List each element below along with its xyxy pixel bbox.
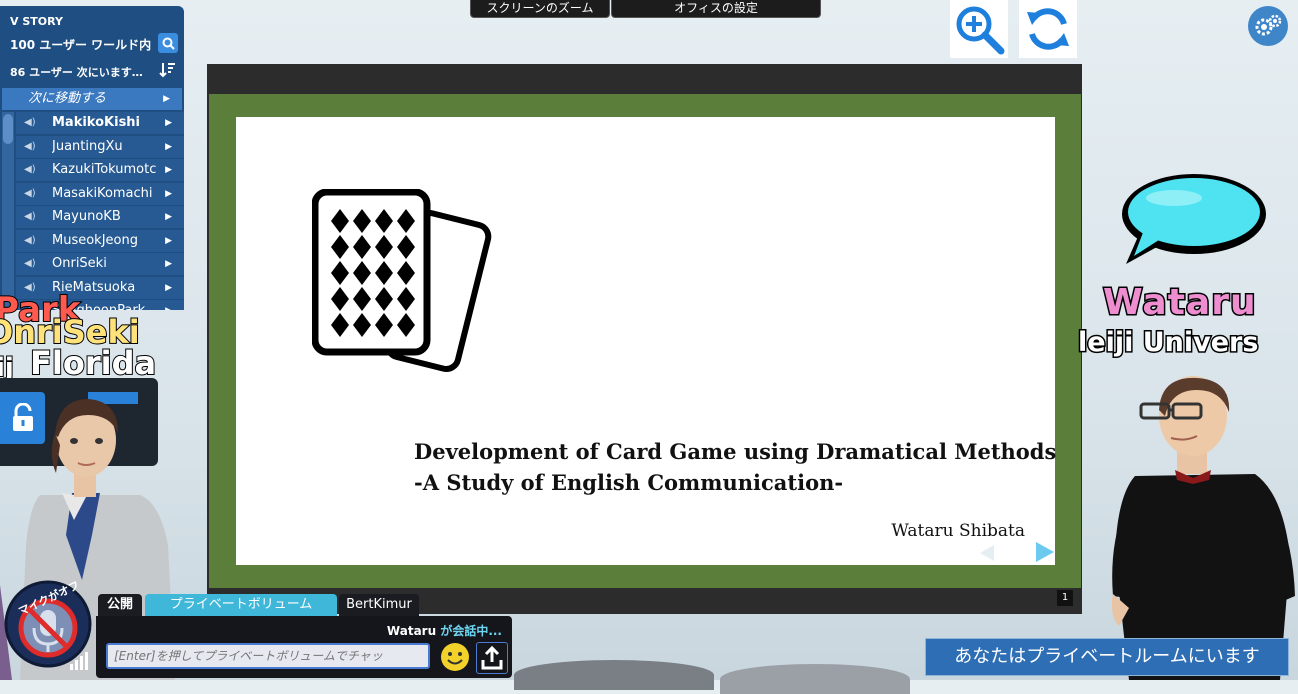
user-list: ◀) MakikoKishi ▶ ◀) JuantingXu ▶ ◀) KazukiTok… [16, 112, 184, 310]
user-name: KazukiTokumotc [52, 162, 157, 177]
floor-object [720, 664, 910, 694]
chevron-right-icon: ▶ [165, 259, 172, 269]
chat-panel: Wataru が会話中... [96, 616, 512, 678]
next-slide-icon[interactable] [1036, 542, 1054, 562]
move-next-label: 次に移動する [28, 91, 107, 106]
chevron-right-icon: ▶ [165, 282, 172, 293]
user-name: MakikoKishi [52, 115, 141, 130]
world-title: V STORY [10, 15, 63, 28]
previous-slide-icon[interactable] [980, 545, 994, 561]
male-avatar [1111, 376, 1295, 680]
presentation-slide: Development of Card Game using Dramatica… [236, 117, 1057, 565]
user-panel: V STORY 100 ユーザー ワールド内 86 ユーザー 次にいます… 次に… [0, 6, 184, 310]
talking-suffix: が会話中... [440, 624, 502, 638]
speech-bubble-icon [1122, 174, 1266, 264]
refresh-icon[interactable] [1019, 0, 1077, 58]
zoom-in-icon[interactable] [950, 0, 1008, 58]
nearby-user-count: 86 ユーザー 次にいます… [10, 66, 143, 79]
avatar-name-tag: Wataru [1102, 281, 1258, 325]
office-settings-tab[interactable]: オフィスの設定 [611, 0, 821, 18]
user-name: JuantingXu [52, 138, 123, 154]
user-name: MuseokJeong [52, 232, 138, 248]
scroll-thumb[interactable] [3, 114, 13, 144]
slide-subtitle: -A Study of English Communication- [414, 470, 844, 495]
chevron-right-icon: ▶ [165, 188, 172, 199]
speaker-icon: ◀) [24, 187, 36, 199]
speaker-icon: ◀) [24, 234, 36, 246]
chevron-right-icon: ▶ [165, 165, 172, 175]
floor-object [514, 660, 714, 690]
speaker-icon: ◀) [24, 164, 36, 175]
speaker-icon: ◀) [24, 211, 36, 222]
chevron-right-icon: ▶ [163, 94, 170, 104]
user-row[interactable]: ◀) KazukiTokumotc ▶ [16, 159, 184, 181]
chevron-right-icon: ▶ [165, 300, 172, 310]
slide-page-number: 1 [1057, 590, 1073, 606]
upload-icon[interactable] [476, 642, 508, 674]
user-row[interactable]: ◀) OnriSeki ▶ [16, 253, 184, 275]
screen-zoom-tab[interactable]: スクリーンのズーム [470, 0, 610, 18]
user-name: MayunoKB [52, 209, 121, 224]
tab-public[interactable]: 公開 [98, 594, 142, 616]
speaker-icon: ◀) [24, 140, 36, 152]
slide-author: Wataru Shibata [891, 521, 1025, 541]
speaker-icon: ◀) [24, 258, 36, 269]
settings-gear-icon[interactable] [1248, 6, 1288, 46]
avatar-affiliation-tag: Florida [29, 343, 157, 383]
chat-input[interactable] [106, 643, 430, 669]
private-room-notice: あなたはプライベートルームにいます [925, 638, 1289, 676]
chevron-right-icon: ▶ [165, 118, 172, 128]
user-row[interactable]: ◀) JuantingXu ▶ [16, 135, 184, 158]
user-row[interactable]: ◀) MayunoKB ▶ [16, 206, 184, 228]
slide-title: Development of Card Game using Dramatica… [414, 439, 1057, 464]
playing-cards-icon [312, 189, 492, 372]
chevron-right-icon: ▶ [165, 141, 172, 152]
search-icon[interactable] [158, 33, 178, 53]
talking-user: Wataru [386, 624, 437, 638]
user-row[interactable]: ◀) MasakiKomachi ▶ [16, 182, 184, 205]
chevron-right-icon: ▶ [165, 212, 172, 222]
user-name: MasakiKomachi [52, 185, 153, 201]
move-next-button[interactable]: 次に移動する ▶ [2, 88, 182, 110]
user-row[interactable]: ◀) MakikoKishi ▶ [16, 112, 184, 134]
tab-private-volume[interactable]: プライベートボリューム [145, 594, 337, 616]
sort-icon[interactable] [158, 60, 178, 80]
user-row[interactable]: ◀) MuseokJeong ▶ [16, 229, 184, 252]
avatar-affiliation-tag: leiji Univers [1076, 326, 1259, 360]
emoji-icon[interactable] [440, 642, 470, 672]
speaker-icon: ◀) [24, 117, 36, 128]
user-name: OnriSeki [52, 256, 107, 271]
talking-indicator: Wataru が会話中... [387, 622, 502, 639]
chevron-right-icon: ▶ [165, 235, 172, 246]
tab-user-chat[interactable]: BertKimur [339, 594, 419, 616]
world-user-count: 100 ユーザー ワールド内 [10, 38, 152, 52]
